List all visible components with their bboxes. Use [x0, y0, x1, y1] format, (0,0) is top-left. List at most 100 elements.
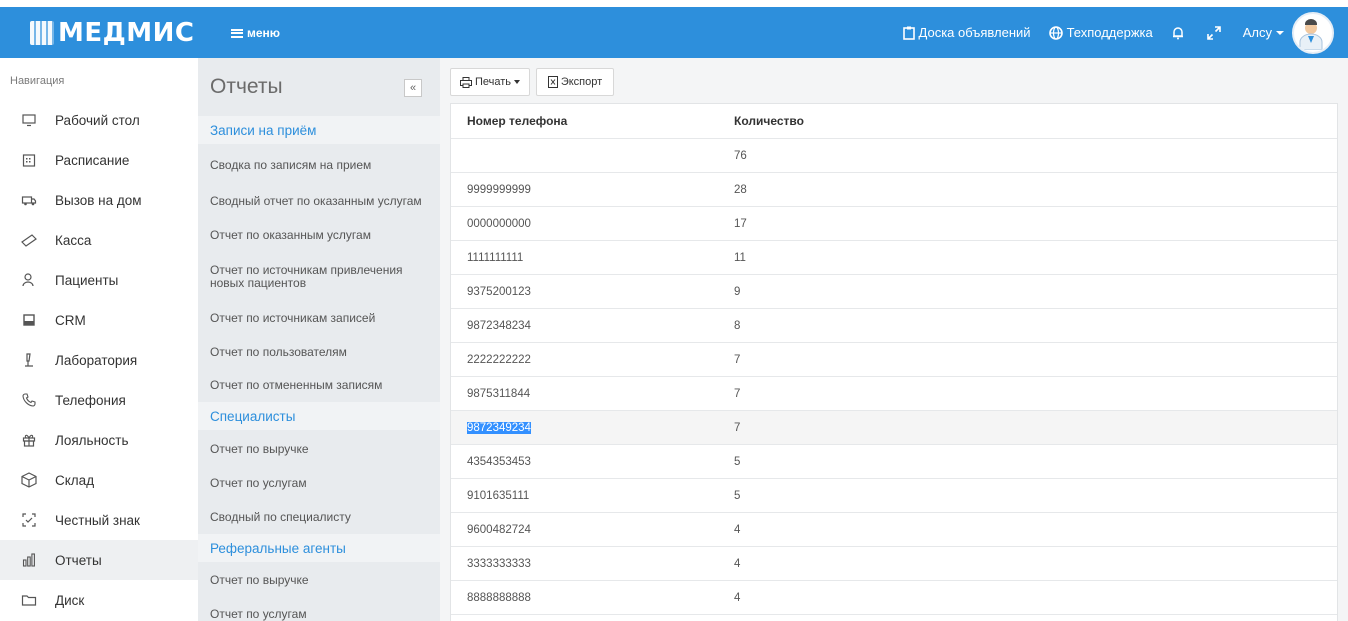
column-header-phone[interactable]: Номер телефона — [467, 104, 567, 138]
phone-cell-selected[interactable]: 9872349234 — [467, 411, 531, 444]
user-name: Алсу — [1242, 25, 1272, 40]
bar-chart-icon — [20, 551, 38, 569]
report-link[interactable]: Отчет по услугам — [210, 477, 432, 490]
fullscreen-button[interactable] — [1206, 25, 1225, 40]
count-cell: 7 — [734, 421, 741, 434]
user-menu[interactable]: Алсу — [1242, 11, 1334, 54]
cash-icon — [20, 231, 38, 249]
sidebar-item-cash[interactable]: Касса — [0, 220, 198, 260]
sidebar-item-honest-sign[interactable]: Честный знак — [0, 500, 198, 540]
phone-icon — [20, 391, 38, 409]
board-label: Доска объявлений — [918, 25, 1031, 40]
phone-cell: 8888888888 — [467, 591, 531, 604]
support-label: Техподдержка — [1066, 25, 1153, 40]
print-button[interactable]: Печать — [450, 68, 530, 96]
sidebar-item-loyalty[interactable]: Лояльность — [0, 420, 198, 460]
sidebar-item-desktop[interactable]: Рабочий стол — [0, 100, 198, 140]
sidebar-item-label: Честный знак — [55, 512, 140, 528]
reports-panel: Отчеты « Записи на приём Сводка по запис… — [198, 58, 440, 621]
table-row: 3333333333 4 — [451, 546, 1337, 580]
selected-text: 9872349234 — [467, 421, 531, 434]
phone-cell: 9999999999 — [467, 183, 531, 196]
bell-icon — [1172, 26, 1183, 39]
phone-cell: 4354353453 — [467, 455, 531, 468]
sidebar-item-label: Лаборатория — [55, 352, 138, 368]
phone-cell: 9875311844 — [467, 387, 531, 400]
avatar[interactable] — [1292, 11, 1334, 54]
count-cell: 17 — [734, 217, 747, 230]
phone-cell: 9375200123 — [467, 285, 531, 298]
gift-icon — [20, 431, 38, 449]
caret-down-icon — [1276, 30, 1284, 35]
count-cell: 9 — [734, 285, 741, 298]
sidebar-item-label: Телефония — [55, 392, 126, 408]
table-row: 9872348234 8 — [451, 308, 1337, 342]
users-icon — [20, 271, 38, 289]
phone-cell: 1111111111 — [467, 251, 524, 264]
count-cell: 7 — [734, 353, 741, 366]
app-logo[interactable]: МЕДМИС — [30, 18, 195, 48]
board-link[interactable]: Доска объявлений — [902, 25, 1031, 40]
caret-down-icon — [514, 80, 521, 84]
sidebar-item-telephony[interactable]: Телефония — [0, 380, 198, 420]
section-referral-agents: Реферальные агенты — [198, 534, 440, 562]
sidebar-item-warehouse[interactable]: Склад — [0, 460, 198, 500]
nav-heading: Навигация — [10, 75, 65, 87]
report-link[interactable]: Отчет по источникам привлечения новых па… — [210, 264, 432, 290]
sidebar-item-label: Лояльность — [55, 432, 129, 448]
report-link[interactable]: Отчет по отмененным записям — [210, 379, 432, 392]
sidebar-item-label: Пациенты — [55, 272, 119, 288]
microscope-icon — [20, 351, 38, 369]
sidebar-item-crm[interactable]: CRM — [0, 300, 198, 340]
table-row: 9875311844 7 — [451, 376, 1337, 410]
table-row: 9375200123 9 — [451, 274, 1337, 308]
table-row: 8888888888 4 — [451, 580, 1337, 614]
sidebar-item-schedule[interactable]: Расписание — [0, 140, 198, 180]
logo-mark-icon — [30, 21, 54, 45]
report-link[interactable]: Отчет по оказанным услугам — [210, 229, 432, 242]
expand-icon — [1206, 25, 1221, 40]
sidebar-item-label: CRM — [55, 312, 86, 328]
crm-icon — [20, 311, 38, 329]
table-row: 2222222222 7 — [451, 342, 1337, 376]
report-link[interactable]: Отчет по услугам — [210, 608, 432, 621]
report-link[interactable]: Сводный отчет по оказанным услугам — [210, 195, 432, 208]
report-link[interactable]: Отчет по выручке — [210, 443, 432, 456]
sidebar-item-label: Отчеты — [55, 552, 102, 568]
sidebar-item-disk[interactable]: Диск — [0, 580, 198, 620]
sidebar-item-home-visit[interactable]: Вызов на дом — [0, 180, 198, 220]
report-link[interactable]: Сводка по записям на прием — [210, 159, 432, 172]
count-cell: 76 — [734, 149, 747, 162]
menu-button[interactable]: меню — [231, 26, 280, 40]
collapse-panel-button[interactable]: « — [404, 79, 422, 97]
sidebar-item-reports[interactable]: Отчеты — [0, 540, 198, 580]
sidebar-item-patients[interactable]: Пациенты — [0, 260, 198, 300]
phone-cell: 9101635111 — [467, 489, 530, 502]
report-link[interactable]: Отчет по пользователям — [210, 346, 432, 359]
column-header-count[interactable]: Количество — [734, 104, 804, 138]
folder-icon — [20, 591, 38, 609]
export-button[interactable]: Экспорт — [536, 68, 614, 96]
doctor-avatar-icon — [1299, 18, 1323, 50]
notifications-button[interactable] — [1171, 26, 1189, 40]
reports-title: Отчеты — [210, 75, 283, 98]
scan-icon — [20, 511, 38, 529]
count-cell: 5 — [734, 489, 741, 502]
table-row-hovered: 9872349234 7 — [451, 410, 1337, 444]
report-link[interactable]: Отчет по выручке — [210, 574, 432, 587]
sidebar-navigation: Навигация Рабочий стол Расписание Вызов … — [0, 58, 198, 621]
printer-icon — [459, 76, 472, 88]
sidebar-item-label: Диск — [55, 592, 85, 608]
table-row: 4354353453 5 — [451, 444, 1337, 478]
table-row: 76 — [451, 138, 1337, 172]
sidebar-item-label: Рабочий стол — [55, 112, 140, 128]
support-link[interactable]: Техподдержка — [1048, 25, 1153, 40]
sidebar-item-laboratory[interactable]: Лаборатория — [0, 340, 198, 380]
report-link[interactable]: Отчет по источникам записей — [210, 312, 432, 325]
menu-label: меню — [247, 26, 281, 40]
sidebar-item-label: Касса — [55, 232, 92, 248]
logo-text: МЕДМИС — [58, 18, 195, 48]
monitor-icon — [20, 111, 38, 129]
report-link[interactable]: Сводный по специалисту — [210, 511, 432, 524]
table-row: 1111111111 11 — [451, 240, 1337, 274]
